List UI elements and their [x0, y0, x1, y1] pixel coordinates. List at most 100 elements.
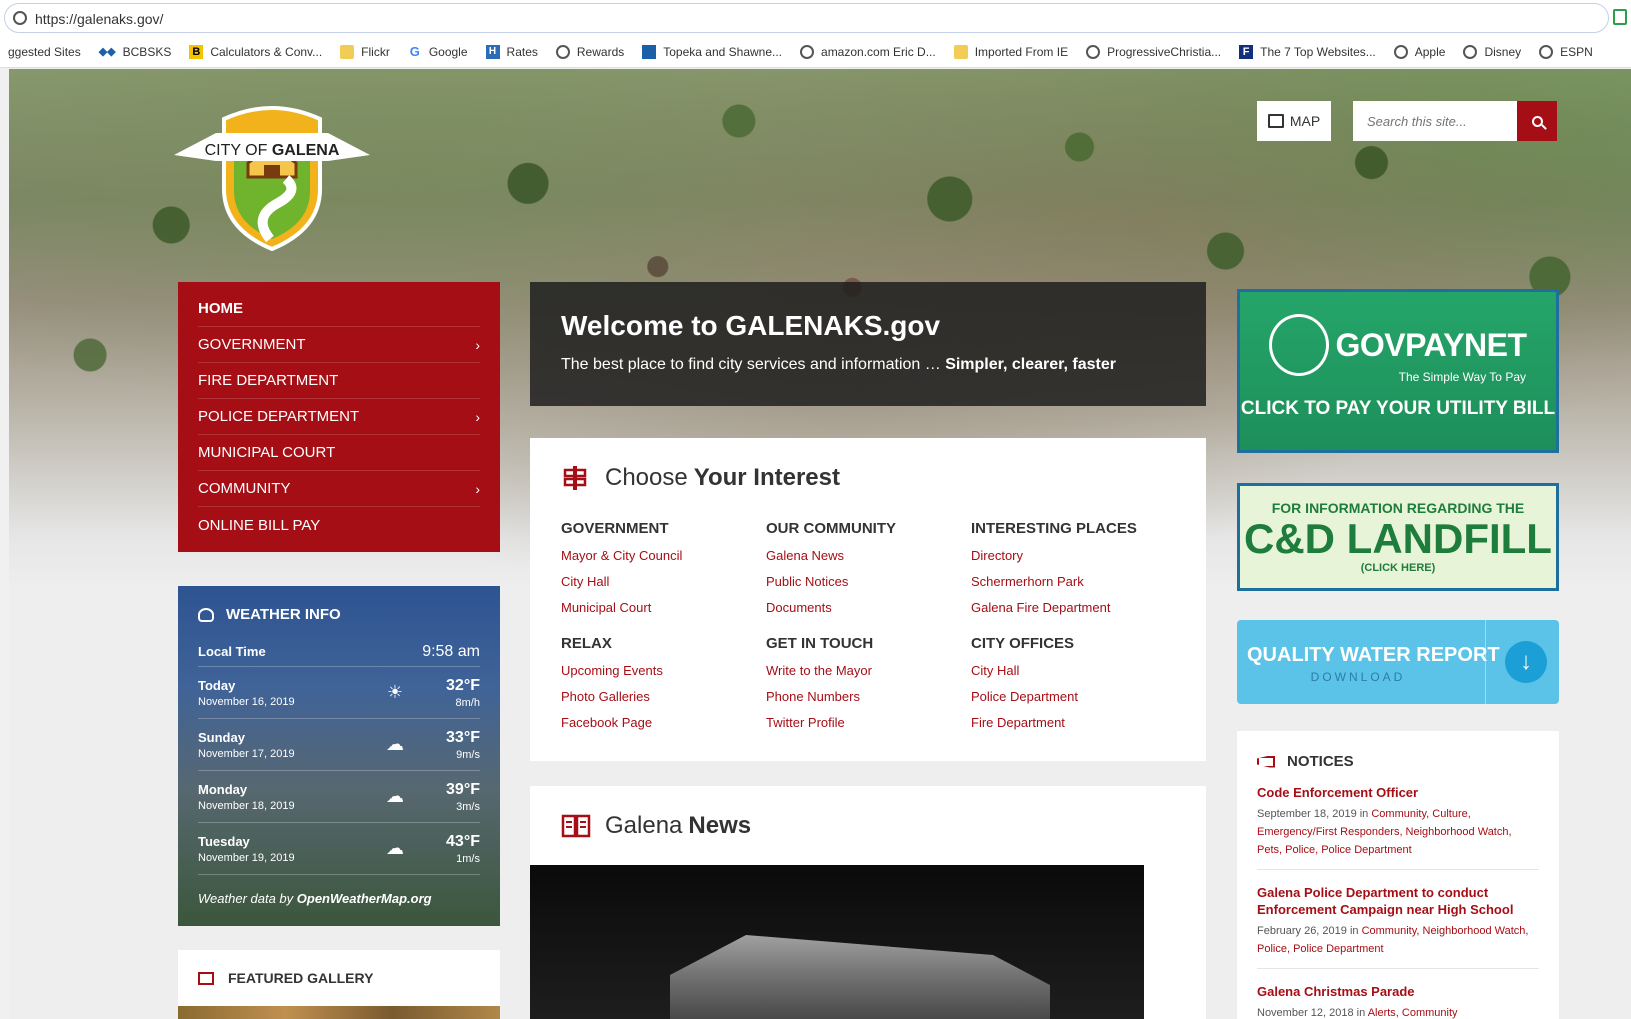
bookmark-item[interactable]: Rewards [555, 44, 625, 59]
f-icon: F [1239, 44, 1254, 59]
forecast-wind: 8m/h [455, 696, 480, 709]
nav-item[interactable]: MUNICIPAL COURT [198, 435, 480, 471]
forecast-day: Monday [198, 781, 248, 797]
forecast-date: November 19, 2019 [198, 851, 295, 864]
extension-icon[interactable] [1613, 9, 1627, 25]
bookmark-label: Rates [506, 44, 538, 59]
bookmark-label: BCBSKS [122, 44, 172, 59]
nav-item[interactable]: FIRE DEPARTMENT [198, 363, 480, 399]
bookmark-item[interactable]: Apple [1393, 44, 1445, 59]
forecast-wind: 9m/s [456, 748, 480, 761]
site-info-icon[interactable] [13, 11, 27, 25]
local-time-label: Local Time [198, 644, 266, 659]
bookmark-item[interactable]: B Calculators & Conv... [189, 44, 323, 59]
bookmark-item[interactable]: ProgressiveChristia... [1086, 44, 1222, 59]
globe-icon [1393, 44, 1408, 59]
featured-gallery: FEATURED GALLERY [178, 950, 500, 1019]
notice-item: Code Enforcement Officer September 18, 20… [1257, 784, 1539, 870]
bookmarks-bar: ggested Sites ◆◆ BCBSKS B Calculators & Conv… [0, 36, 1631, 68]
bookmark-label: ProgressiveChristia... [1107, 44, 1222, 59]
landfill-line3: (CLICK HERE) [1360, 562, 1436, 574]
url-text[interactable]: https://galenaks.gov/ [35, 11, 163, 27]
payment-icons [1269, 314, 1330, 376]
nav-item[interactable]: COMMUNITY › [198, 471, 480, 507]
interest-link[interactable]: Twitter Profile [766, 710, 971, 736]
bookmark-item[interactable]: ESPN [1539, 44, 1593, 59]
govpay-name: GOVPAYNET [1335, 326, 1527, 363]
sun-icon: ☀ [386, 682, 404, 702]
bookmark-item[interactable]: F The 7 Top Websites... [1239, 44, 1376, 59]
interest-title-bold: Your Interest [693, 464, 840, 491]
interest-link[interactable]: Upcoming Events [561, 658, 766, 684]
nav-item-label: GOVERNMENT [198, 336, 306, 353]
gallery-image[interactable] [178, 1006, 500, 1019]
interest-link[interactable]: Directory [971, 543, 1201, 569]
nav-item[interactable]: POLICE DEPARTMENT › [198, 399, 480, 435]
water-report-button[interactable]: QUALITY WATER REPORT DOWNLOAD ↓ [1237, 620, 1559, 704]
h-icon: H [485, 44, 500, 59]
water-report-title: QUALITY WATER REPORT [1247, 644, 1500, 666]
search-button[interactable] [1517, 101, 1557, 141]
local-time-row: Local Time 9:58 am [198, 637, 480, 667]
map-label: MAP [1289, 113, 1321, 129]
interest-link[interactable]: City Hall [971, 658, 1201, 684]
search-input[interactable] [1353, 101, 1517, 141]
image-icon [198, 971, 214, 985]
govpaynet-banner[interactable]: GOVPAYNET The Simple Way To Pay CLICK TO… [1237, 289, 1559, 453]
signpost-icon [561, 464, 589, 492]
main-nav: HOME GOVERNMENT › FIRE DEPARTMENT POLICE DEP… [178, 282, 500, 552]
weather-icon [198, 607, 214, 622]
weather-source-link[interactable]: OpenWeatherMap.org [297, 891, 432, 906]
notice-title[interactable]: Code Enforcement Officer [1257, 784, 1539, 801]
interest-link[interactable]: Galena News [766, 543, 971, 569]
bookmark-label: Rewards [576, 44, 625, 59]
landfill-banner[interactable]: FOR INFORMATION REGARDING THE C&D LANDFI… [1237, 483, 1559, 591]
nav-item[interactable]: HOME [198, 291, 480, 327]
interest-link[interactable]: Fire Department [971, 710, 1201, 736]
interest-link[interactable]: Public Notices [766, 569, 971, 595]
bookmark-item[interactable]: G Google [408, 44, 468, 59]
forecast-row: Sunday November 17, 2019 ☁ 33°F 9m/s [198, 719, 480, 771]
interest-link[interactable]: Municipal Court [561, 595, 766, 621]
notice-title[interactable]: Galena Police Department to conduct Enfo… [1257, 884, 1539, 918]
bookmark-item[interactable]: Disney [1463, 44, 1521, 59]
bookmark-item[interactable]: Flickr [340, 44, 390, 59]
interest-heading: GOVERNMENT [561, 520, 669, 537]
interest-link[interactable]: Schermerhorn Park [971, 569, 1201, 595]
browser-address-bar: https://galenaks.gov/ [0, 0, 1631, 36]
interest-column: GET IN TOUCH Write to the Mayor Phone Numb… [766, 621, 971, 736]
nav-item[interactable]: ONLINE BILL PAY [198, 507, 480, 543]
url-field[interactable]: https://galenaks.gov/ [4, 3, 1609, 33]
interest-link[interactable]: Documents [766, 595, 971, 621]
interest-link[interactable]: Photo Galleries [561, 684, 766, 710]
bookmark-label: Calculators & Conv... [210, 44, 323, 59]
interest-link[interactable]: Write to the Mayor [766, 658, 971, 684]
interest-link[interactable]: Police Department [971, 684, 1201, 710]
globe-icon [800, 44, 815, 59]
globe-icon [1463, 44, 1478, 59]
notice-meta: September 18, 2019 in Community, Culture… [1257, 808, 1512, 856]
bookmark-item[interactable]: ◆◆ BCBSKS [99, 45, 172, 59]
bookmark-item[interactable]: amazon.com Eric D... [800, 44, 936, 59]
interest-link[interactable]: Mayor & City Council [561, 543, 766, 569]
news-title-bold: News [688, 812, 752, 839]
interest-heading: RELAX [561, 635, 612, 652]
interest-link[interactable]: City Hall [561, 569, 766, 595]
map-button[interactable]: MAP [1257, 101, 1331, 141]
city-logo[interactable]: CITY OF GALENA [172, 99, 372, 254]
notice-title[interactable]: Galena Christmas Parade [1257, 983, 1539, 1000]
bookmark-item[interactable]: Imported From IE [953, 44, 1069, 59]
bookmark-item[interactable]: Topeka and Shawne... [642, 44, 783, 59]
interest-link[interactable]: Phone Numbers [766, 684, 971, 710]
notice-meta: November 12, 2018 in Alerts, Community [1257, 1007, 1458, 1019]
news-image[interactable] [530, 865, 1144, 1019]
bookmark-label: Topeka and Shawne... [663, 44, 783, 59]
bookmark-item[interactable]: H Rates [485, 44, 538, 59]
bookmark-item[interactable]: ggested Sites [8, 45, 81, 59]
interest-link[interactable]: Galena Fire Department [971, 595, 1201, 621]
notice-meta: February 26, 2019 in Community, Neighbor… [1257, 925, 1529, 955]
interest-link[interactable]: Facebook Page [561, 710, 766, 736]
notice-categories[interactable]: Alerts, Community [1368, 1007, 1458, 1019]
bookmark-label: Imported From IE [974, 44, 1069, 59]
nav-item[interactable]: GOVERNMENT › [198, 327, 480, 363]
